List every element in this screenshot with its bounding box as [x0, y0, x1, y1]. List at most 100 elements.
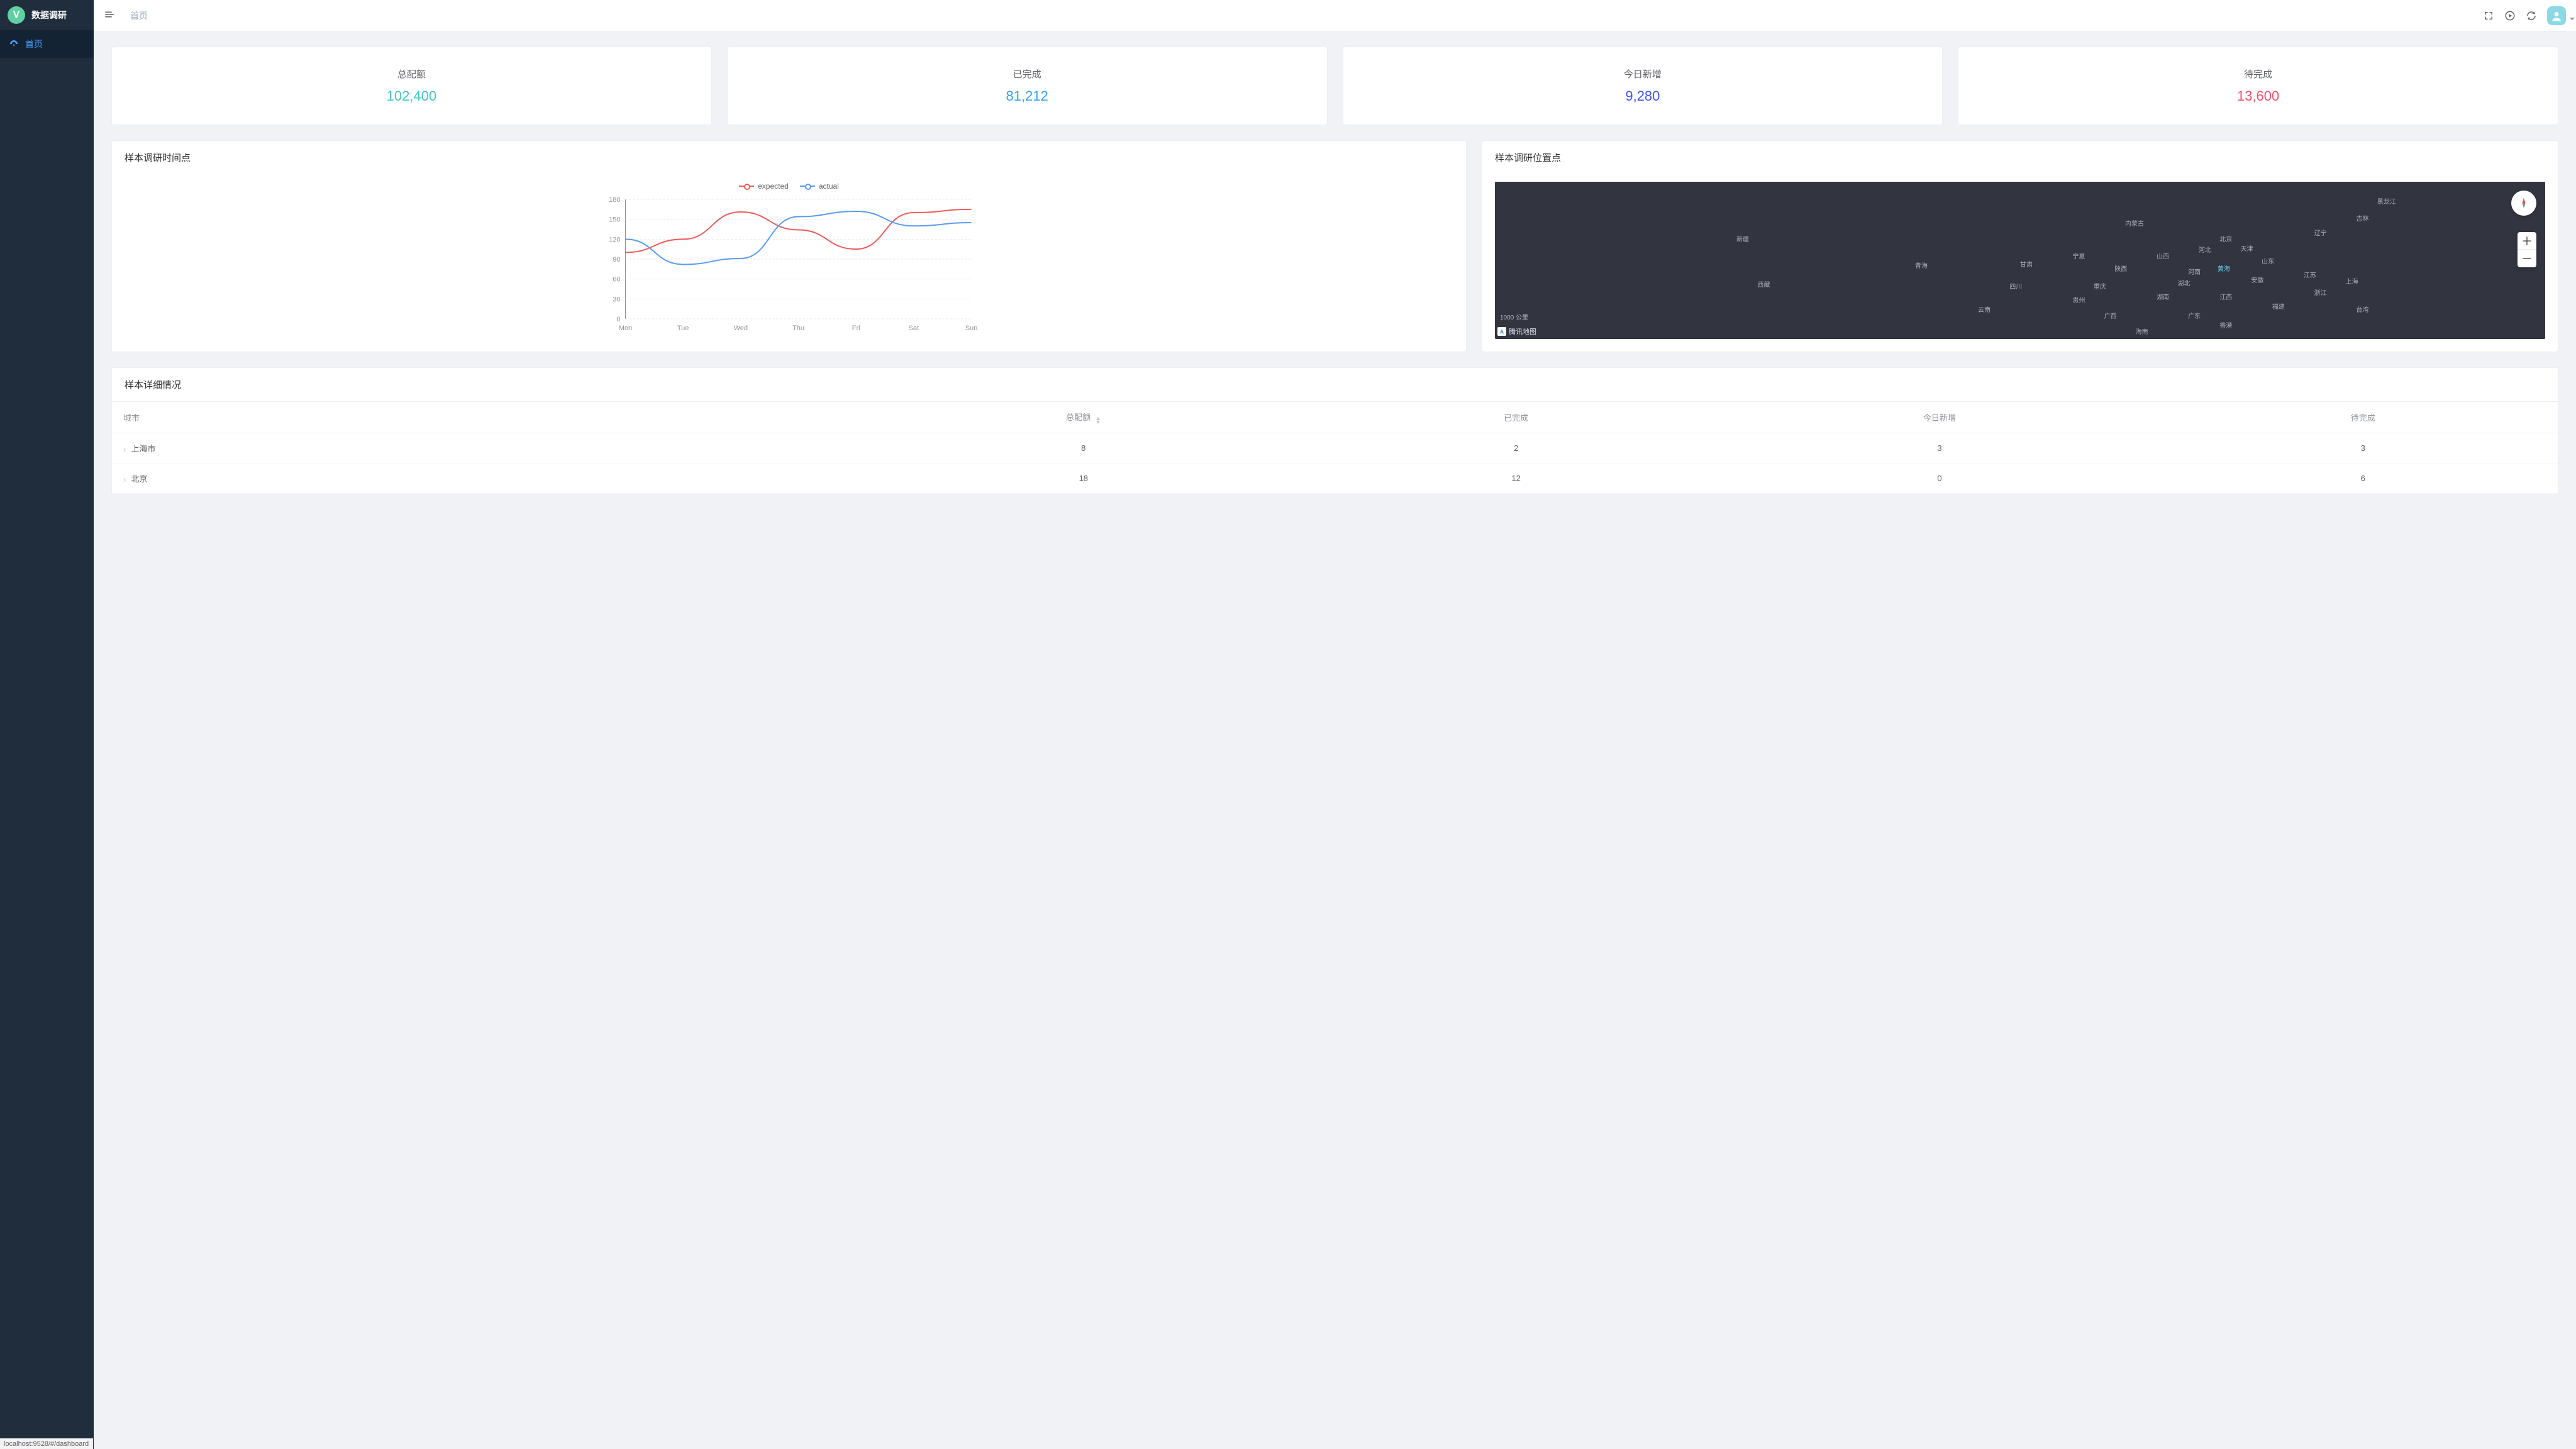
map-province-label: 香港: [2219, 320, 2232, 330]
th-city[interactable]: 城市: [112, 402, 846, 433]
map-province-label: 西藏: [1757, 279, 1770, 289]
map-province-label: 河南: [2188, 267, 2201, 276]
hamburger-icon[interactable]: [104, 9, 115, 22]
compass-icon[interactable]: [2511, 191, 2536, 216]
svg-text:Sat: Sat: [909, 325, 919, 332]
table-row[interactable]: ›上海市8233: [112, 433, 2558, 464]
svg-text:180: 180: [609, 196, 620, 204]
zoom-out-button[interactable]: －: [2518, 250, 2536, 267]
card-value: 81,212: [738, 88, 1317, 104]
svg-text:90: 90: [613, 256, 620, 264]
map-province-label: 内蒙古: [2125, 218, 2144, 228]
map-province-label: 重庆: [2094, 281, 2106, 291]
svg-text:Sun: Sun: [965, 325, 978, 332]
map-province-label: 江西: [2219, 292, 2232, 301]
map-province-label: 上海: [2346, 276, 2358, 286]
legend-actual[interactable]: actual: [800, 182, 839, 191]
topbar: 首页: [94, 0, 2576, 31]
card-title: 今日新增: [1353, 67, 1933, 80]
th-pending[interactable]: 待完成: [2168, 402, 2558, 433]
map-province-label: 山东: [2262, 256, 2274, 265]
card-title: 待完成: [1968, 67, 2548, 80]
logo-icon: V: [8, 6, 25, 24]
linechart-title: 样本调研时间点: [112, 141, 1466, 174]
map-province-label: 青海: [1915, 260, 1928, 270]
stat-card: 总配额 102,400: [111, 47, 712, 125]
map-province-label: 河北: [2199, 245, 2211, 254]
linechart-panel: 样本调研时间点 expected actual 0: [111, 140, 1467, 352]
zoom-in-button[interactable]: ＋: [2518, 232, 2536, 250]
th-quota[interactable]: 总配额 ▲▼: [846, 402, 1321, 433]
card-value: 102,400: [122, 88, 701, 104]
chevron-right-icon[interactable]: ›: [123, 445, 126, 454]
svg-text:Mon: Mon: [619, 325, 632, 332]
table-row[interactable]: ›北京181206: [112, 464, 2558, 494]
legend-expected[interactable]: expected: [739, 182, 789, 191]
map-panel: 样本调研位置点 ＋ － 黄海 1000 公里: [1482, 140, 2558, 352]
map-province-label: 黑龙江: [2377, 196, 2396, 206]
map-province-label: 海南: [2136, 326, 2148, 336]
sort-icon[interactable]: ▲▼: [1096, 416, 1101, 424]
map-province-label: 云南: [1978, 304, 1990, 314]
zoom-control: ＋ －: [2518, 232, 2536, 267]
chart-legend: expected actual: [125, 182, 1453, 191]
map-province-label: 安徽: [2251, 275, 2263, 284]
card-title: 已完成: [738, 67, 1317, 80]
svg-text:30: 30: [613, 296, 620, 303]
brand-text: 数据调研: [31, 9, 67, 21]
svg-text:120: 120: [609, 236, 620, 243]
card-title: 总配额: [122, 67, 701, 80]
map-province-label: 新疆: [1736, 234, 1749, 243]
map-province-label: 江苏: [2304, 270, 2316, 279]
fullscreen-icon[interactable]: [2483, 10, 2494, 21]
map-brand: 腾讯地图: [1497, 326, 1536, 336]
map-province-label: 福建: [2272, 301, 2285, 311]
map-province-label: 湖北: [2177, 278, 2190, 287]
map-province-label: 广西: [2104, 311, 2117, 320]
th-done[interactable]: 已完成: [1321, 402, 1711, 433]
stat-card: 已完成 81,212: [727, 47, 1328, 125]
svg-text:0: 0: [616, 316, 620, 323]
map-province-label: 宁夏: [2072, 251, 2085, 260]
svg-text:Tue: Tue: [677, 325, 689, 332]
stat-card: 今日新增 9,280: [1343, 47, 1943, 125]
sample-table: 城市 总配额 ▲▼ 已完成 今日新增 待完成 ›上海市8233›北京181206: [112, 401, 2558, 494]
map-province-label: 四川: [2009, 281, 2022, 291]
svg-text:Fri: Fri: [852, 325, 860, 332]
svg-text:Thu: Thu: [792, 325, 804, 332]
line-chart: 0 30 60 90 120 150 180 Mon Tue Wed Thu Fri Sat Sun: [125, 196, 1453, 334]
sidebar-item-dashboard[interactable]: 首页: [0, 30, 94, 58]
map[interactable]: ＋ － 黄海 1000 公里 腾讯地图 黑龙江吉林辽宁内蒙古: [1495, 182, 2545, 339]
map-province-label: 台湾: [2356, 304, 2368, 314]
map-province-label: 甘肃: [2020, 259, 2033, 269]
refresh-icon[interactable]: [2526, 10, 2537, 21]
map-province-label: 山西: [2157, 251, 2169, 260]
map-province-label: 北京: [2219, 234, 2232, 243]
avatar[interactable]: [2547, 6, 2566, 25]
card-value: 13,600: [1968, 88, 2548, 104]
sidebar: V 数据调研 首页: [0, 0, 94, 1449]
map-province-label: 湖南: [2157, 292, 2169, 301]
sidebar-item-label: 首页: [25, 38, 43, 50]
map-province-label: 辽宁: [2314, 228, 2327, 237]
brand-wrap: V 数据调研: [0, 0, 94, 30]
map-province-label: 吉林: [2356, 213, 2368, 223]
stat-card: 待完成 13,600: [1958, 47, 2558, 125]
th-new[interactable]: 今日新增: [1711, 402, 2168, 433]
map-province-label: 广东: [2188, 311, 2201, 320]
sea-label: 黄海: [2218, 264, 2230, 273]
table-title: 样本详细情况: [112, 368, 2558, 401]
svg-text:150: 150: [609, 216, 620, 224]
dashboard-icon: [9, 39, 19, 49]
guide-icon[interactable]: [2504, 10, 2516, 21]
status-url: localhost:9528/#/dashboard: [0, 1438, 93, 1449]
table-panel: 样本详细情况 城市 总配额 ▲▼ 已完成 今日新增 待完成: [111, 367, 2558, 494]
card-value: 9,280: [1353, 88, 1933, 104]
svg-text:Wed: Wed: [734, 325, 748, 332]
breadcrumb: 首页: [130, 9, 148, 22]
map-province-label: 天津: [2241, 243, 2253, 253]
chevron-right-icon[interactable]: ›: [123, 475, 126, 484]
svg-text:60: 60: [613, 276, 620, 284]
map-province-label: 陕西: [2114, 264, 2127, 273]
map-province-label: 贵州: [2072, 295, 2085, 304]
